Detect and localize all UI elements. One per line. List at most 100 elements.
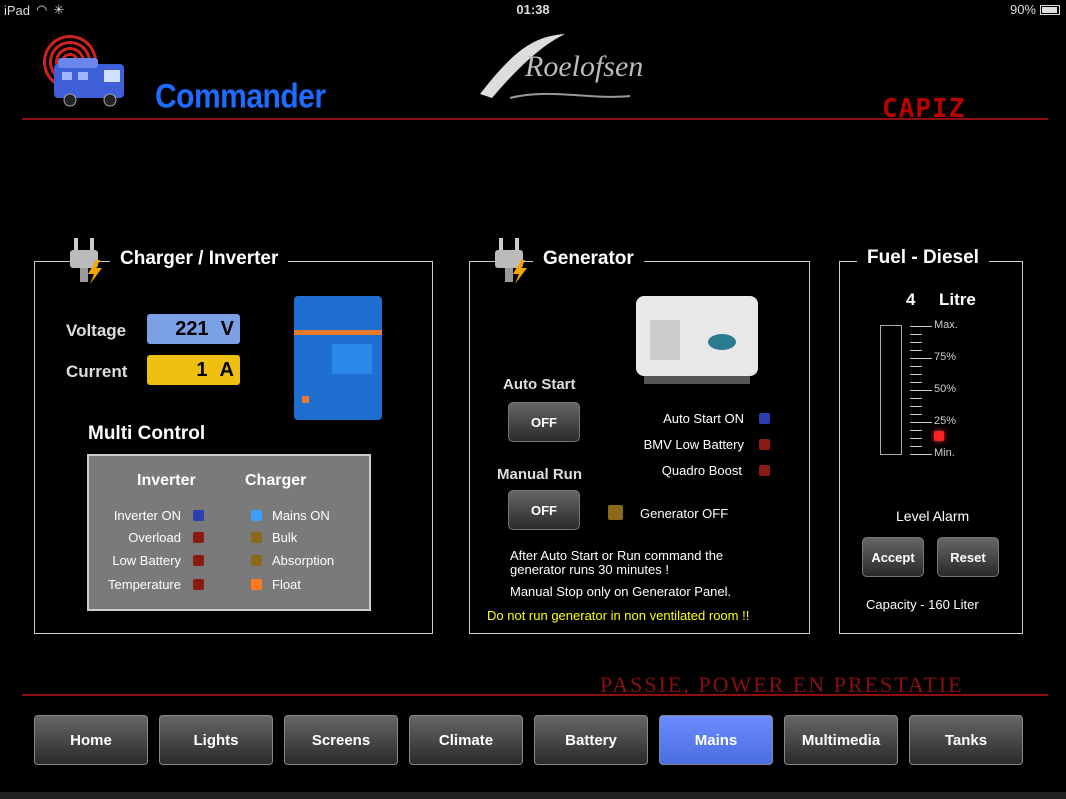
tab-mains[interactable]: Mains	[659, 715, 773, 765]
inverter-on-label: Inverter ON	[113, 508, 181, 523]
plug-icon	[495, 238, 527, 284]
charger-title: Charger / Inverter	[110, 248, 289, 270]
fuel-unit: Litre	[939, 290, 976, 309]
tab-screens[interactable]: Screens	[284, 715, 398, 765]
level-alarm-label: Level Alarm	[896, 508, 970, 524]
motorhome-icon	[54, 58, 124, 107]
manual-run-button[interactable]: OFF	[508, 490, 580, 530]
ventilation-warning: Do not run generator in non ventilated r…	[487, 608, 750, 623]
footer-divider	[22, 694, 1048, 696]
gauge-tick	[910, 334, 922, 335]
manual-run-label: Manual Run	[497, 466, 582, 483]
tab-climate[interactable]: Climate	[409, 715, 523, 765]
tab-lights[interactable]: Lights	[159, 715, 273, 765]
generator-note: After Auto Start or Run command the gene…	[510, 548, 724, 577]
gauge-tick	[910, 414, 922, 415]
brand-name: Roelofsen	[525, 50, 644, 83]
footer-bar	[0, 792, 1066, 799]
battery-percent: 90%	[1009, 2, 1036, 17]
charger-heading: Charger	[245, 472, 307, 489]
tab-multimedia[interactable]: Multimedia	[784, 715, 898, 765]
scale-50: 50%	[934, 383, 957, 395]
gauge-tick	[910, 366, 922, 367]
fuel-amount: 4	[906, 290, 916, 309]
bulk-label: Bulk	[272, 530, 298, 545]
fuel-title: Fuel - Diesel	[857, 247, 989, 269]
generator-title: Generator	[533, 248, 644, 270]
gauge-tick	[910, 438, 922, 439]
scale-75: 75%	[934, 351, 957, 363]
tab-bar: Home Lights Screens Climate Battery Main…	[0, 712, 1066, 768]
generator-device-image	[636, 296, 758, 384]
inverter-device-image	[294, 296, 382, 420]
generator-status-label: Generator OFF	[640, 506, 729, 521]
tab-home[interactable]: Home	[34, 715, 148, 765]
voltage-value-box: 221 V	[147, 314, 240, 344]
app-header: Commander Roelofsen CAPIZ	[0, 20, 1066, 124]
voltage-unit: V	[220, 317, 234, 340]
gauge-tick	[910, 382, 922, 383]
gauge-tick	[910, 422, 932, 423]
auto-start-label: Auto Start	[503, 376, 576, 393]
bmv-low-battery-led	[759, 439, 770, 450]
battery-icon	[1040, 4, 1060, 15]
gauge-tick	[910, 398, 922, 399]
auto-start-button[interactable]: OFF	[508, 402, 580, 442]
tab-battery[interactable]: Battery	[534, 715, 648, 765]
absorption-led	[251, 555, 262, 566]
mains-on-led	[251, 510, 262, 521]
current-value: 1	[196, 358, 208, 381]
inverter-heading: Inverter	[137, 472, 196, 489]
current-unit: A	[219, 358, 234, 381]
current-value-box: 1 A	[147, 355, 240, 385]
gauge-tick	[910, 358, 932, 359]
voltage-value: 221	[175, 317, 209, 340]
low-level-led	[934, 431, 944, 441]
gauge-tick	[910, 342, 922, 343]
float-label: Float	[272, 577, 301, 592]
auto-start-on-led	[759, 413, 770, 424]
gauge-tick	[910, 350, 922, 351]
low-battery-label: Low Battery	[112, 553, 181, 568]
gauge-tick	[910, 326, 932, 327]
mains-on-label: Mains ON	[272, 508, 330, 523]
quadro-boost-label: Quadro Boost	[661, 463, 742, 478]
reset-button[interactable]: Reset	[937, 537, 999, 577]
gauge-tick	[910, 390, 932, 391]
auto-start-on-label: Auto Start ON	[663, 411, 744, 426]
gauge-tick	[910, 454, 932, 455]
generator-status-led	[608, 505, 623, 520]
low-battery-led	[193, 555, 204, 566]
temperature-label: Temperature	[108, 577, 181, 592]
capacity-label: Capacity - 160 Liter	[866, 597, 979, 612]
current-label: Current	[66, 362, 128, 381]
fuel-panel	[839, 261, 1023, 634]
overload-label: Overload	[128, 530, 181, 545]
temperature-led	[193, 579, 204, 590]
scale-25: 25%	[934, 415, 957, 427]
bmv-low-battery-label: BMV Low Battery	[643, 437, 744, 452]
clock: 01:38	[516, 2, 550, 17]
gauge-tick	[910, 406, 922, 407]
bulk-led	[251, 532, 262, 543]
gauge-tick	[910, 430, 922, 431]
scale-max: Max.	[934, 319, 958, 331]
plug-icon	[70, 238, 102, 284]
gauge-tick	[910, 374, 922, 375]
absorption-label: Absorption	[272, 553, 335, 568]
status-bar: iPad ◠ ✳ 01:38 90%	[0, 0, 1066, 20]
multi-control-title: Multi Control	[88, 423, 206, 444]
manual-stop-note: Manual Stop only on Generator Panel.	[510, 584, 732, 599]
tab-tanks[interactable]: Tanks	[909, 715, 1023, 765]
quadro-boost-led	[759, 465, 770, 476]
header-divider	[22, 118, 1048, 120]
fuel-level-gauge	[880, 325, 902, 455]
float-led	[251, 579, 262, 590]
inverter-on-led	[193, 510, 204, 521]
overload-led	[193, 532, 204, 543]
voltage-label: Voltage	[66, 321, 127, 340]
accept-button[interactable]: Accept	[862, 537, 924, 577]
gauge-tick	[910, 446, 922, 447]
scale-min: Min.	[934, 447, 955, 459]
app-title: Commander	[155, 77, 326, 116]
